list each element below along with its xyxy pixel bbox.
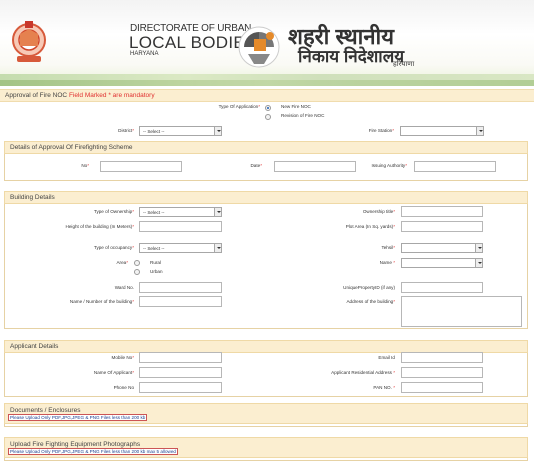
issuing-authority-label: Issuing Authority*: [371, 163, 407, 168]
chevron-down-icon: [475, 259, 482, 267]
pan-label: PAN NO. *: [373, 385, 395, 390]
fire-station-select[interactable]: [400, 126, 484, 136]
radio-area-urban[interactable]: [134, 269, 140, 275]
name-label: Name *: [379, 260, 395, 265]
mobile-input[interactable]: [139, 352, 222, 363]
scheme-date-label: Date*: [250, 163, 262, 168]
mobile-label: Mobile No*: [111, 355, 134, 360]
photos-upload-note: Please Upload Only PDF,JPG,JPEG & PNG Fi…: [8, 448, 178, 455]
option-revision-fire-noc-label: Revision of Fire NOC: [281, 113, 325, 118]
mandatory-note: Field Marked * are mandatory: [68, 92, 155, 99]
fire-station-label: Fire Station*: [368, 128, 394, 133]
building-name-label: Name / Number of the building*: [69, 299, 134, 304]
chevron-down-icon: [214, 127, 221, 135]
email-label: Email Id: [378, 355, 395, 360]
pan-input[interactable]: [401, 382, 483, 393]
site-header: DIRECTORATE OF URBAN LOCAL BODIES HARYAN…: [0, 0, 534, 86]
radio-new-fire-noc[interactable]: [265, 105, 271, 111]
scheme-no-input[interactable]: [100, 161, 182, 172]
scheme-no-label: No*: [81, 163, 89, 168]
building-address-textarea[interactable]: [401, 296, 522, 327]
phone-input[interactable]: [139, 382, 222, 393]
chevron-down-icon: [476, 127, 483, 135]
tehsil-select[interactable]: [401, 243, 483, 253]
chevron-down-icon: [214, 208, 221, 216]
residential-address-input[interactable]: [401, 367, 483, 378]
ward-no-input[interactable]: [139, 282, 222, 293]
radio-area-rural[interactable]: [134, 260, 140, 266]
plot-area-label: Plot Area (In Sq. yards)*: [345, 224, 395, 229]
radio-revision-fire-noc[interactable]: [265, 114, 271, 120]
building-address-label: Address of the building*: [346, 299, 395, 304]
scheme-date-input[interactable]: [274, 161, 356, 172]
occupancy-select[interactable]: -- Select --: [139, 243, 222, 253]
ownership-title-input[interactable]: [401, 206, 483, 217]
area-rural-label: Rural: [150, 260, 161, 265]
header-stripe-accent: [0, 80, 534, 86]
residential-address-label: Applicant Residential Address *: [331, 370, 395, 375]
hindi-title-line2: निकाय निदेशालय: [298, 47, 405, 66]
application-type-label: Type Of Application*: [218, 104, 260, 109]
building-name-input[interactable]: [139, 296, 222, 307]
haryana-emblem-icon: [12, 21, 46, 62]
chevron-down-icon: [214, 244, 221, 252]
ulb-logo-icon: [238, 26, 280, 68]
occupancy-label: Type of occupancy*: [93, 245, 134, 250]
applicant-name-input[interactable]: [139, 367, 222, 378]
photos-heading-text: Upload Fire Fighting Equipment Photograp…: [10, 441, 141, 448]
plot-area-input[interactable]: [401, 221, 483, 232]
building-height-input[interactable]: [139, 221, 222, 232]
name-select[interactable]: [401, 258, 483, 268]
district-label: District*: [118, 128, 134, 133]
page-title-bar: Approval of Fire NOC Field Marked * are …: [0, 89, 534, 102]
ownership-title-label: Ownership title*: [362, 209, 395, 214]
phone-label: Phone No: [113, 385, 134, 390]
documents-heading-text: Documents / Enclosures: [10, 407, 81, 414]
area-urban-label: Urban: [150, 269, 163, 274]
ward-no-label: Ward No.: [114, 285, 134, 290]
area-label: Area*: [116, 260, 128, 265]
documents-upload-note: Please Upload Only PDF,JPG,JPEG & PNG Fi…: [8, 414, 148, 421]
chevron-down-icon: [475, 244, 482, 252]
district-select[interactable]: -- Select --: [139, 126, 222, 136]
issuing-authority-input[interactable]: [414, 161, 496, 172]
hindi-title-line3: हरियाणा: [393, 61, 415, 68]
scheme-heading: Details of Approval Of Firefighting Sche…: [4, 141, 528, 154]
building-heading: Building Details: [4, 191, 528, 204]
ownership-type-label: Type of Ownership*: [93, 209, 134, 214]
option-new-fire-noc-label: New Fire NOC: [281, 104, 311, 109]
email-input[interactable]: [401, 352, 483, 363]
tehsil-label: Tehsil*: [381, 245, 395, 250]
page-title: Approval of Fire NOC: [5, 92, 68, 99]
ownership-type-select[interactable]: -- Select --: [139, 207, 222, 217]
building-height-label: Height of the building (In Meters)*: [65, 224, 134, 229]
unique-property-id-input[interactable]: [401, 282, 483, 293]
unique-property-id-label: UniquePropertyID (if any): [343, 285, 395, 290]
directorate-line3: HARYANA: [130, 51, 159, 57]
applicant-name-label: Name Of Applicant*: [93, 370, 134, 375]
